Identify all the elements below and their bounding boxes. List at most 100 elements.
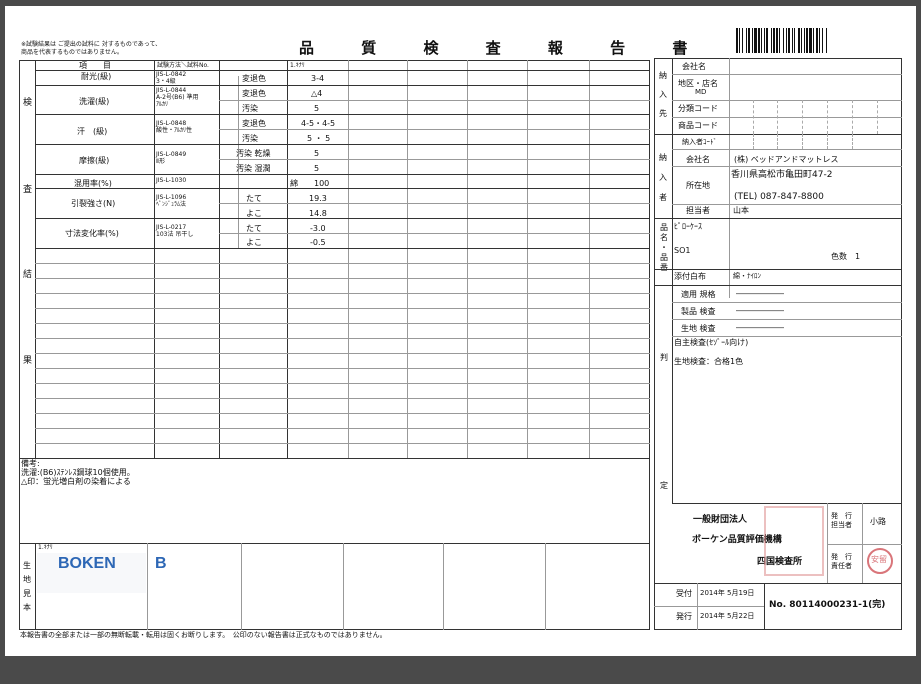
row-rubbing-value-1: 5 bbox=[314, 149, 320, 158]
row-lightfastness-prop: 変退色 bbox=[242, 74, 266, 83]
delivery-vertical-2: 入 bbox=[659, 90, 667, 99]
responsible-label-2: 責任者 bbox=[831, 562, 852, 570]
row-blend-method: JIS-L-1030 bbox=[156, 177, 187, 184]
sample-vertical-3: 見 bbox=[23, 589, 31, 598]
row-perspiration-prop-2: 汚染 bbox=[242, 134, 258, 143]
sample-vertical-1: 生 bbox=[23, 561, 31, 570]
judgement-fabric-value: ―――――― bbox=[736, 323, 784, 332]
product-vertical-4: 品 bbox=[660, 253, 668, 262]
row-rubbing-prop-2: 汚染 湿潤 bbox=[236, 164, 271, 173]
remarks-label: 備考: bbox=[21, 459, 40, 468]
sample-number: 1.ｷﾅﾘ bbox=[38, 544, 53, 551]
supplier-person-value: 山本 bbox=[733, 206, 749, 215]
attached-fabric-value: 綿・ﾅｲﾛﾝ bbox=[733, 272, 761, 280]
row-tear-prop-2: よこ bbox=[246, 209, 262, 218]
responsible-seal-text: 安留 bbox=[871, 555, 887, 564]
category-code-label: 分類コード bbox=[678, 104, 718, 113]
fabric-result: 生地検査：合格1色 bbox=[674, 357, 744, 366]
self-inspection-note: 自主検査(ｾｿﾞｰﾙ向け) bbox=[674, 338, 749, 347]
delivery-vertical-1: 納 bbox=[659, 71, 667, 80]
product-name: ﾋﾟﾛｰｹｰｽ bbox=[674, 222, 702, 231]
row-tear-method-sub: ﾍﾟﾝｼﾞｭﾗﾑ法 bbox=[156, 201, 187, 208]
delivery-vertical-3: 先 bbox=[659, 109, 667, 118]
row-dimensional-prop-1: たて bbox=[246, 224, 262, 233]
judgement-product-value: ―――――― bbox=[736, 306, 784, 315]
row-tear-value-1: 19.3 bbox=[309, 194, 327, 203]
row-perspiration-prop-1: 変退色 bbox=[242, 119, 266, 128]
product-number: SO1 bbox=[674, 246, 691, 255]
supplier-company-label: 会社名 bbox=[686, 155, 710, 164]
judgement-fabric-label: 生地 検査 bbox=[681, 324, 716, 333]
row-washing-item: 洗濯(級) bbox=[79, 97, 110, 106]
vertical-label-sa: 査 bbox=[23, 185, 33, 195]
delivery-area-label: 地区・店名 bbox=[678, 79, 718, 88]
issuer-label-2: 担当者 bbox=[831, 521, 852, 529]
row-perspiration-method-sub: 酸性・ｱﾙｶﾘ性 bbox=[156, 127, 193, 134]
product-vertical-2: 名 bbox=[660, 233, 668, 242]
issuer-name: 小路 bbox=[870, 517, 886, 526]
issued-label: 発行 bbox=[676, 612, 692, 621]
row-lightfastness-value: 3-4 bbox=[311, 74, 325, 83]
disclaimer-line-1: ※試験結果は ご提出の試料に 対するものであって、 bbox=[21, 41, 162, 48]
product-code-label: 商品コード bbox=[678, 121, 718, 130]
row-dimensional-value-2: -0.5 bbox=[310, 238, 326, 247]
judgement-vertical-2: 定 bbox=[660, 481, 668, 490]
boken-logo: BOKEN bbox=[58, 555, 116, 572]
judgement-standard-value: ―――――― bbox=[736, 289, 784, 298]
delivery-area-value: MD bbox=[695, 88, 707, 96]
responsible-label-1: 発 行 bbox=[831, 553, 852, 561]
official-seal bbox=[764, 506, 824, 576]
vertical-label-ken: 検 bbox=[23, 98, 33, 108]
row-washing-method-sub2: ｱﾙｶﾘ bbox=[156, 101, 169, 108]
supplier-vertical-2: 入 bbox=[659, 173, 667, 182]
judgement-vertical-1: 判 bbox=[660, 353, 668, 362]
attached-fabric-label: 添付白布 bbox=[674, 272, 706, 281]
report-sheet: ※試験結果は ご提出の試料に 対するものであって、 商品を代表するものではありま… bbox=[5, 6, 916, 656]
judgement-product-label: 製品 検査 bbox=[681, 307, 716, 316]
remarks-line-1: 洗濯:(B6)ｽﾃﾝﾚｽ鋼球10個使用。 bbox=[21, 468, 135, 477]
remarks-line-2: △印：蛍光増白剤の染着による bbox=[21, 477, 131, 486]
supplier-tel-value: (TEL) 087-847-8800 bbox=[734, 192, 824, 202]
results-table-frame bbox=[19, 60, 650, 630]
row-lightfastness-item: 耐光(級) bbox=[81, 72, 112, 81]
row-blend-value: 綿 100 bbox=[290, 179, 330, 188]
issued-date: 2014年 5月22日 bbox=[700, 612, 755, 620]
received-label: 受付 bbox=[676, 589, 692, 598]
row-rubbing-method-sub: Ⅱ形 bbox=[156, 158, 165, 165]
row-rubbing-prop-1: 汚染 乾燥 bbox=[236, 149, 271, 158]
delivery-company-label: 会社名 bbox=[682, 62, 706, 71]
row-rubbing-value-2: 5 bbox=[314, 164, 320, 173]
product-vertical-1: 品 bbox=[660, 223, 668, 232]
row-washing-value-2: 5 bbox=[314, 104, 320, 113]
supplier-address-label: 所在地 bbox=[686, 181, 710, 190]
sample-vertical-2: 地 bbox=[23, 575, 31, 584]
header-sample: 1.ｷﾅﾘ bbox=[290, 62, 305, 69]
header-item: 項 目 bbox=[79, 61, 111, 70]
row-tear-value-2: 14.8 bbox=[309, 209, 327, 218]
supplier-person-label: 担当者 bbox=[686, 206, 710, 215]
received-date: 2014年 5月19日 bbox=[700, 589, 755, 597]
header-method: 試験方法＼試料No. bbox=[157, 62, 209, 69]
supplier-vertical-3: 者 bbox=[659, 193, 667, 202]
row-dimensional-prop-2: よこ bbox=[246, 238, 262, 247]
row-washing-prop-2: 汚染 bbox=[242, 104, 258, 113]
product-vertical-3: ・ bbox=[660, 243, 668, 252]
row-perspiration-value-1: 4-5・4-5 bbox=[301, 119, 336, 128]
issuer-label-1: 発 行 bbox=[831, 512, 852, 520]
supplier-code-label: 納入者ｺｰﾄﾞ bbox=[682, 138, 717, 146]
row-perspiration-value-2: 5 ・ 5 bbox=[307, 134, 331, 143]
document-title: 品 質 検 査 報 告 書 bbox=[299, 39, 709, 57]
row-lightfastness-method-sub: 3・4級 bbox=[156, 78, 176, 85]
row-dimensional-value-1: -3.0 bbox=[310, 224, 326, 233]
disclaimer-line-2: 商品を代表するものではありません。 bbox=[21, 49, 123, 56]
color-count: 色数 1 bbox=[831, 252, 861, 261]
row-dimensional-method-sub: 103法 吊干し bbox=[156, 231, 194, 238]
footer-note: 本報告書の全部または一部の無断転載・転用は固くお断りします。 公印のない報告書は… bbox=[20, 631, 387, 639]
row-perspiration-item: 汗 (級) bbox=[77, 127, 108, 136]
row-tear-item: 引裂強さ(N) bbox=[71, 199, 116, 208]
org-type: 一般財団法人 bbox=[693, 515, 748, 525]
supplier-vertical-1: 納 bbox=[659, 153, 667, 162]
vertical-label-ketsu: 結 bbox=[23, 270, 33, 280]
row-washing-prop-1: 変退色 bbox=[242, 89, 266, 98]
supplier-company-value: (株) ベッドアンドマットレス bbox=[734, 155, 839, 164]
